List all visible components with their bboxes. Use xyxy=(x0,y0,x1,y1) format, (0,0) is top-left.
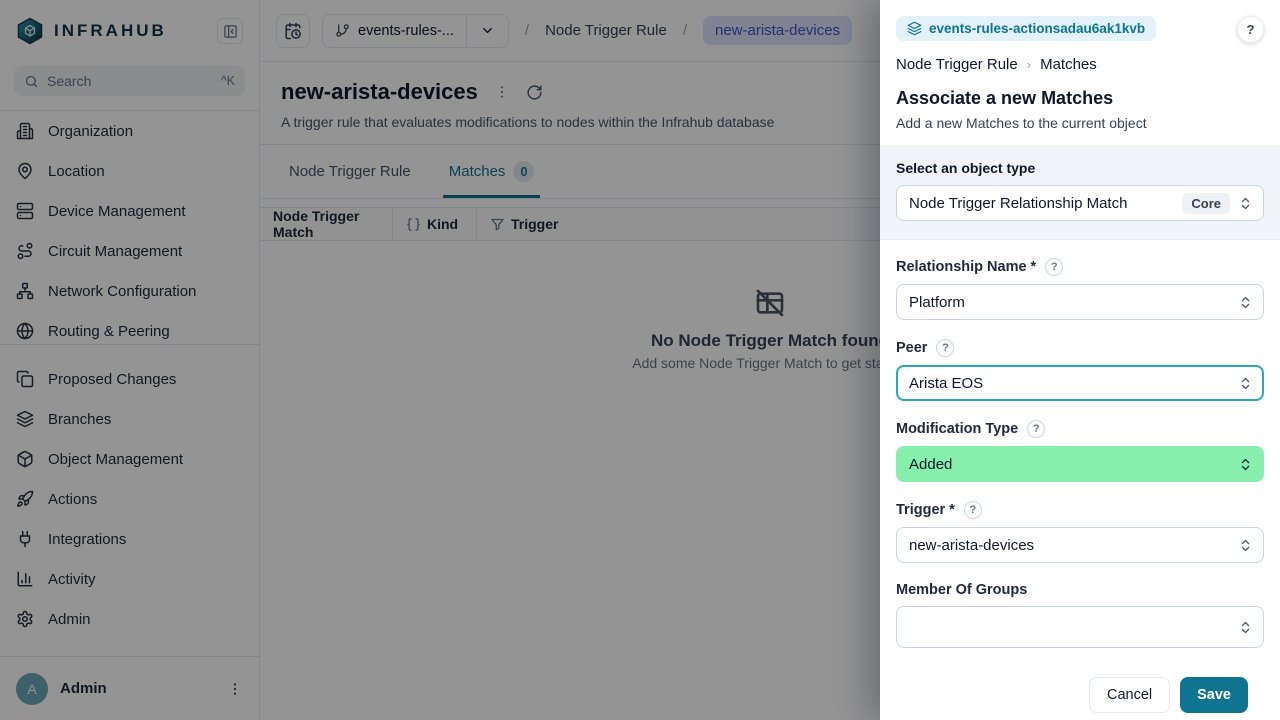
drawer-form: Relationship Name * ? Platform Peer ? Ar… xyxy=(880,240,1280,713)
help-icon[interactable]: ? xyxy=(1027,420,1045,438)
chevrons-up-down-icon xyxy=(1238,295,1253,310)
member-of-groups-select[interactable] xyxy=(896,606,1264,648)
chevrons-up-down-icon xyxy=(1238,620,1253,635)
object-type-value: Node Trigger Relationship Match xyxy=(909,195,1174,212)
object-type-select[interactable]: Node Trigger Relationship Match Core xyxy=(896,185,1264,221)
cancel-button[interactable]: Cancel xyxy=(1089,677,1170,713)
drawer-breadcrumb: Node Trigger Rule › Matches xyxy=(896,56,1264,73)
field-label: Modification Type xyxy=(896,421,1018,437)
core-badge: Core xyxy=(1182,193,1230,214)
app-root: INFRAHUB Search ^K Organization Locatio xyxy=(0,0,1280,720)
field-relationship-name: Relationship Name * ? Platform xyxy=(896,258,1264,320)
object-type-section: Select an object type Node Trigger Relat… xyxy=(880,146,1280,240)
select-value: Arista EOS xyxy=(909,375,1230,392)
chevrons-up-down-icon xyxy=(1238,196,1253,211)
drawer-breadcrumb-item[interactable]: Node Trigger Rule xyxy=(896,56,1018,73)
field-member-of-groups: Member Of Groups xyxy=(896,582,1264,648)
field-modification-type: Modification Type ? Added xyxy=(896,420,1264,482)
select-value: new-arista-devices xyxy=(909,537,1230,554)
help-button[interactable]: ? xyxy=(1237,16,1264,43)
help-icon[interactable]: ? xyxy=(936,339,954,357)
field-label: Trigger * xyxy=(896,502,955,518)
field-label: Peer xyxy=(896,340,927,356)
drawer-header: events-rules-actionsadau6ak1kvb ? Node T… xyxy=(880,0,1280,146)
branch-badge-label: events-rules-actionsadau6ak1kvb xyxy=(929,21,1145,36)
associate-matches-drawer: events-rules-actionsadau6ak1kvb ? Node T… xyxy=(880,0,1280,720)
drawer-title: Associate a new Matches xyxy=(896,88,1264,109)
chevrons-up-down-icon xyxy=(1238,538,1253,553)
layers-icon xyxy=(907,21,922,36)
breadcrumb-separator: › xyxy=(1027,57,1031,72)
field-label: Member Of Groups xyxy=(896,582,1027,598)
drawer-breadcrumb-item[interactable]: Matches xyxy=(1040,56,1097,73)
field-peer: Peer ? Arista EOS xyxy=(896,339,1264,401)
select-value: Platform xyxy=(909,294,1230,311)
chevrons-up-down-icon xyxy=(1238,376,1253,391)
object-type-label: Select an object type xyxy=(896,160,1264,176)
chevrons-up-down-icon xyxy=(1238,457,1253,472)
save-button[interactable]: Save xyxy=(1180,677,1248,713)
trigger-select[interactable]: new-arista-devices xyxy=(896,527,1264,563)
field-trigger: Trigger * ? new-arista-devices xyxy=(896,501,1264,563)
field-label: Relationship Name * xyxy=(896,259,1036,275)
branch-badge: events-rules-actionsadau6ak1kvb xyxy=(896,16,1156,41)
help-icon[interactable]: ? xyxy=(1045,258,1063,276)
modification-type-select[interactable]: Added xyxy=(896,446,1264,482)
drawer-footer: Cancel Save xyxy=(896,667,1264,713)
relationship-name-select[interactable]: Platform xyxy=(896,284,1264,320)
peer-select[interactable]: Arista EOS xyxy=(896,365,1264,401)
help-icon[interactable]: ? xyxy=(964,501,982,519)
select-value: Added xyxy=(909,456,1230,473)
drawer-subtitle: Add a new Matches to the current object xyxy=(896,115,1264,131)
